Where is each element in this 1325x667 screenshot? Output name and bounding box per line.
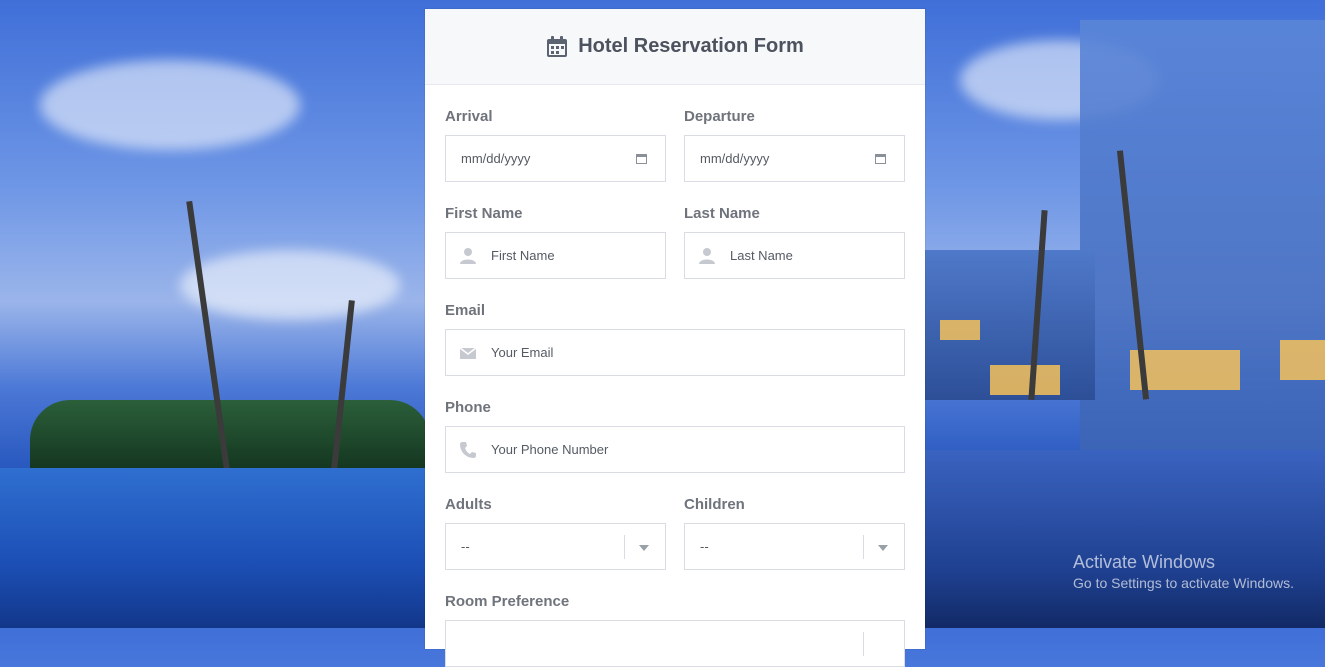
chevron-down-icon[interactable] [878,545,888,551]
phone-row: Phone Your Phone Number [445,376,905,473]
form-header: Hotel Reservation Form [425,9,925,85]
departure-field: Departure mm/dd/yyyy [684,85,905,182]
phone-icon [460,442,476,458]
watermark-title: Activate Windows [1073,552,1216,572]
calendar-icon [547,35,568,57]
calendar-small-icon[interactable] [875,153,886,164]
arrival-label: Arrival [445,108,493,125]
select-separator [624,535,625,559]
adults-field: Adults -- [445,473,666,570]
user-icon [460,248,476,264]
select-separator [863,632,864,656]
adults-select[interactable]: -- [445,523,666,570]
calendar-small-icon[interactable] [636,153,647,164]
cloud [180,250,400,320]
form-body: Arrival mm/dd/yyyy Departure mm/dd/yyyy [425,85,925,667]
arrival-field: Arrival mm/dd/yyyy [445,85,666,182]
arrival-placeholder: mm/dd/yyyy [461,151,531,166]
pool [925,450,1325,628]
departure-date-input[interactable]: mm/dd/yyyy [684,135,905,182]
chevron-down-icon[interactable] [639,545,649,551]
activate-windows-watermark: Activate Windows Go to Settings to activ… [1073,552,1294,591]
envelope-icon [459,347,477,359]
last-name-label: Last Name [684,205,760,222]
room-preference-field: Room Preference [445,570,905,667]
user-icon [699,248,715,264]
phone-label: Phone [445,399,491,416]
window-light [1280,340,1325,380]
pool [0,468,430,628]
first-name-input[interactable]: First Name [445,232,666,279]
room-preference-select[interactable] [445,620,905,667]
children-label: Children [684,496,745,513]
email-input[interactable]: Your Email [445,329,905,376]
adults-value: -- [461,539,470,554]
first-name-field: First Name First Name [445,182,666,279]
reservation-form: Hotel Reservation Form Arrival mm/dd/yyy… [425,9,925,667]
children-select[interactable]: -- [684,523,905,570]
first-name-label: First Name [445,205,523,222]
phone-field: Phone Your Phone Number [445,376,905,473]
watermark-subtitle: Go to Settings to activate Windows. [1073,575,1294,591]
departure-label: Departure [684,108,755,125]
adults-label: Adults [445,496,492,513]
name-row: First Name First Name Last Name Last Nam… [445,182,905,279]
email-row: Email Your Email [445,279,905,376]
window-light [990,365,1060,395]
children-value: -- [700,539,709,554]
room-row: Room Preference [445,570,905,667]
departure-placeholder: mm/dd/yyyy [700,151,770,166]
form-title: Hotel Reservation Form [578,35,804,57]
email-label: Email [445,302,486,319]
children-field: Children -- [684,473,905,570]
cloud [40,60,300,150]
email-field: Email Your Email [445,279,905,376]
tree-line [30,400,430,475]
last-name-input[interactable]: Last Name [684,232,905,279]
dates-row: Arrival mm/dd/yyyy Departure mm/dd/yyyy [445,85,905,182]
window-light [940,320,980,340]
select-separator [863,535,864,559]
room-preference-label: Room Preference [445,593,570,610]
guests-row: Adults -- Children -- [445,473,905,570]
arrival-date-input[interactable]: mm/dd/yyyy [445,135,666,182]
last-name-field: Last Name Last Name [684,182,905,279]
phone-input[interactable]: Your Phone Number [445,426,905,473]
